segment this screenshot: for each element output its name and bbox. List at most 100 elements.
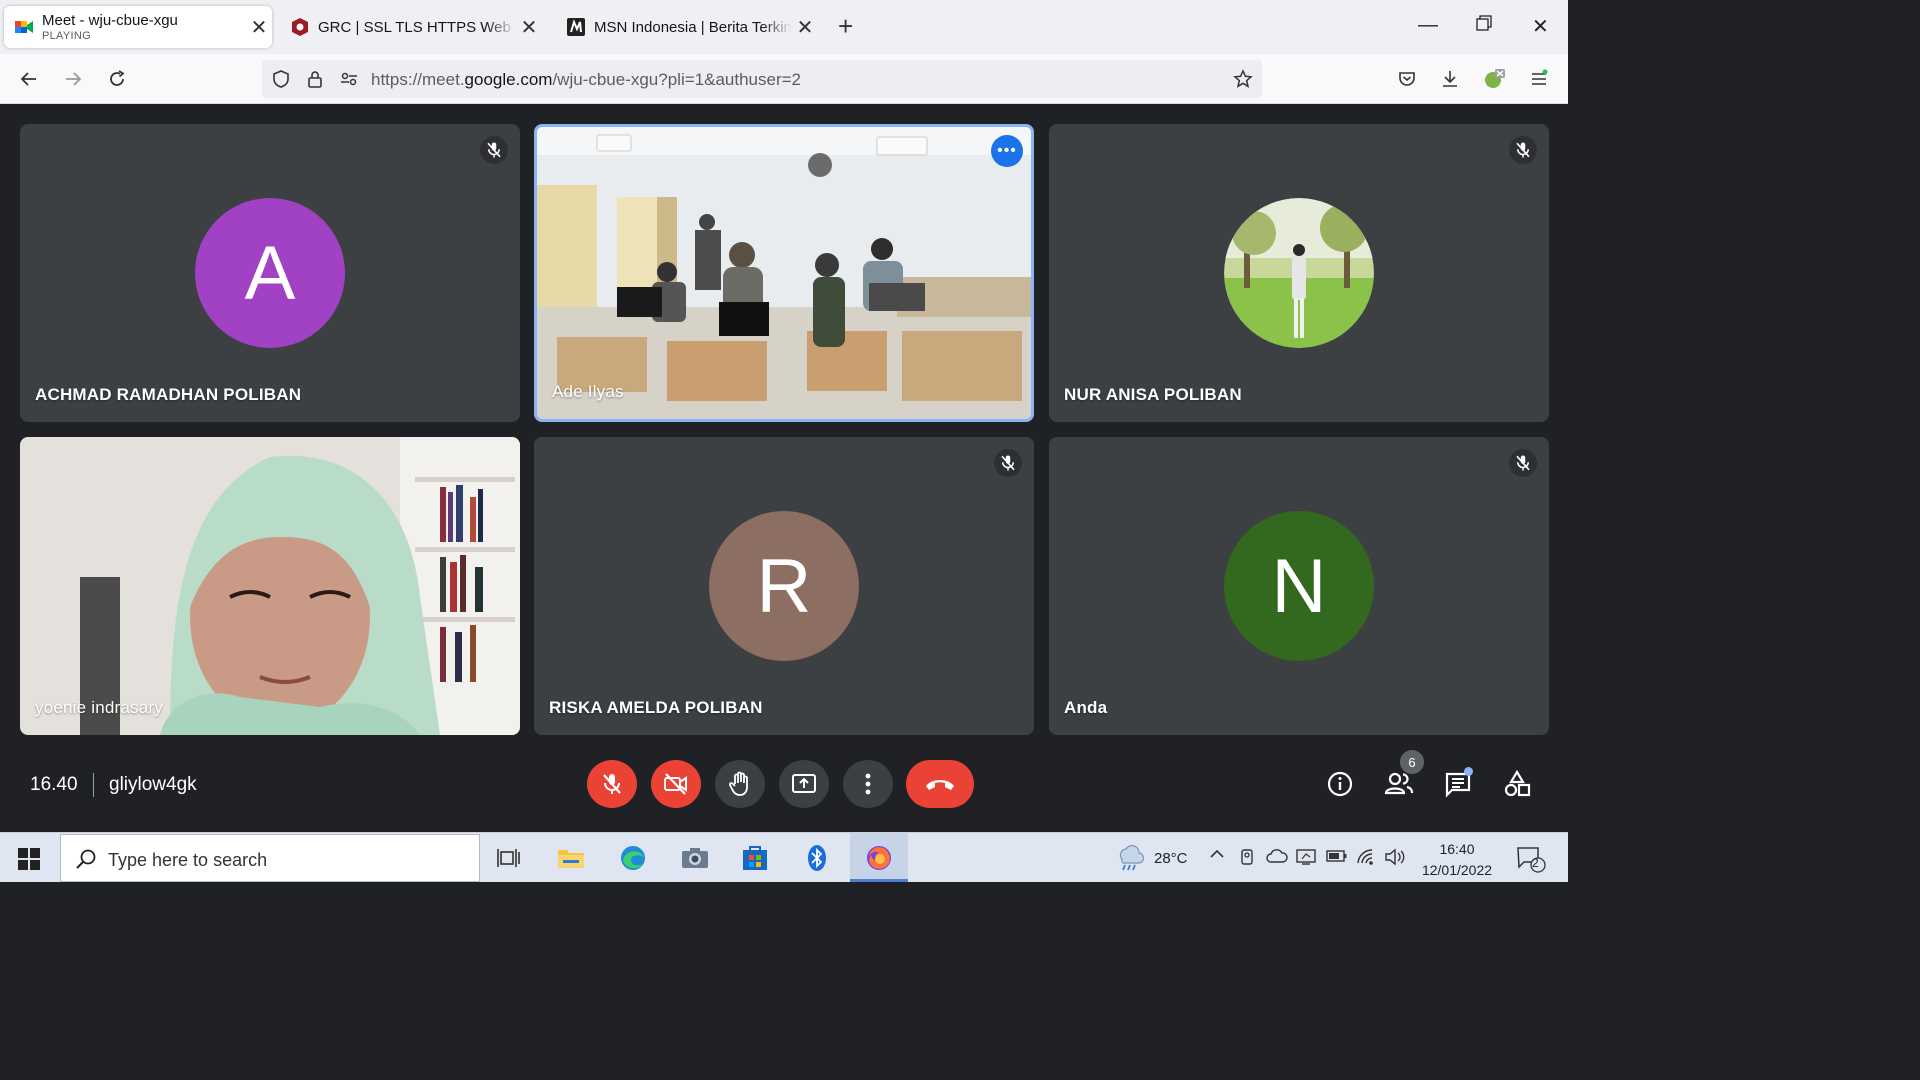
windows-taskbar: Type here to search 28°C 16:40 12/01/202… <box>0 832 1568 882</box>
present-screen-button[interactable] <box>779 760 829 808</box>
more-options-button[interactable] <box>843 760 893 808</box>
tab-title-text: Meet - wju-cbue-xgu <box>42 12 178 29</box>
raise-hand-button[interactable] <box>715 760 765 808</box>
mic-off-icon <box>994 449 1022 477</box>
meeting-time: 16.40 <box>30 774 78 795</box>
more-options-icon[interactable]: ••• <box>991 135 1023 167</box>
participant-tile[interactable]: yoenie indrasary <box>20 437 520 735</box>
wifi-icon[interactable] <box>1356 848 1378 871</box>
volume-icon[interactable] <box>1384 848 1406 871</box>
avatar: A <box>195 198 345 348</box>
present-icon <box>792 774 816 793</box>
show-everyone-button[interactable] <box>1383 768 1415 800</box>
notification-count: 2 <box>1532 856 1539 870</box>
task-view-icon[interactable] <box>494 843 524 873</box>
url-path: /wju-cbue-xgu?pli=1&authuser=2 <box>552 70 801 89</box>
participant-name: Ade Ilyas <box>552 382 624 401</box>
participant-tile[interactable]: A ACHMAD RAMADHAN POLIBAN <box>20 124 520 422</box>
hand-icon <box>729 771 748 796</box>
participant-tile-self[interactable]: N Anda <box>1049 437 1549 735</box>
close-tab-icon[interactable]: ✕ <box>792 15 818 40</box>
tab-grc[interactable]: GRC | SSL TLS HTTPS Web Server ✕ <box>280 6 542 48</box>
google-meet-icon <box>15 21 33 33</box>
edge-browser-icon[interactable] <box>618 843 648 873</box>
tab-title: GRC | SSL TLS HTTPS Web Server <box>318 18 516 36</box>
camera-app-icon[interactable] <box>680 843 710 873</box>
participant-tile-active-speaker[interactable]: ••• Ade Ilyas <box>534 124 1034 422</box>
meeting-details-button[interactable] <box>1324 768 1356 800</box>
shapes-icon <box>1504 770 1531 797</box>
close-tab-icon[interactable]: ✕ <box>246 15 272 40</box>
permissions-icon[interactable] <box>339 69 359 89</box>
participant-tile[interactable]: NUR ANISA POLIBAN <box>1049 124 1549 422</box>
chevron-up-icon[interactable] <box>1208 845 1226 868</box>
app-menu-icon[interactable] <box>1526 66 1552 92</box>
participant-name: Anda <box>1064 698 1108 717</box>
webcam-video-feed <box>20 437 520 735</box>
file-explorer-icon[interactable] <box>556 843 586 873</box>
tab-meet[interactable]: Meet - wju-cbue-xgu PLAYING ✕ <box>4 6 272 48</box>
notification-center-icon[interactable]: 2 <box>1516 845 1546 878</box>
close-tab-icon[interactable]: ✕ <box>516 15 542 40</box>
new-tab-icon[interactable]: + <box>838 13 853 39</box>
profile-photo-avatar <box>1224 198 1374 348</box>
activities-button[interactable] <box>1501 768 1533 800</box>
toggle-camera-button[interactable] <box>651 760 701 808</box>
participant-name: NUR ANISA POLIBAN <box>1064 385 1242 404</box>
mic-off-icon <box>1509 449 1537 477</box>
lock-icon[interactable] <box>305 69 325 89</box>
clock-date: 12/01/2022 <box>1421 862 1493 878</box>
extension-icon[interactable] <box>1481 66 1507 92</box>
tab-playing-label: PLAYING <box>42 30 91 42</box>
url-text[interactable]: https://meet.google.com/wju-cbue-xgu?pli… <box>371 70 801 90</box>
taskbar-search-box[interactable]: Type here to search <box>60 834 480 882</box>
participant-name: RISKA AMELDA POLIBAN <box>549 698 763 717</box>
mic-off-icon <box>1509 136 1537 164</box>
store-icon[interactable] <box>740 843 770 873</box>
taskbar-clock[interactable]: 16:40 12/01/2022 <box>1412 839 1502 881</box>
mic-off-icon <box>480 136 508 164</box>
minimize-icon[interactable]: — <box>1418 14 1438 37</box>
leave-call-button[interactable] <box>906 760 974 808</box>
toggle-microphone-button[interactable] <box>587 760 637 808</box>
reload-icon[interactable] <box>104 66 130 92</box>
address-bar[interactable]: https://meet.google.com/wju-cbue-xgu?pli… <box>262 60 1262 98</box>
url-prefix: https://meet. <box>371 70 465 89</box>
battery-icon[interactable] <box>1326 848 1348 869</box>
avatar: R <box>709 511 859 661</box>
participant-tile[interactable]: R RISKA AMELDA POLIBAN <box>534 437 1034 735</box>
browser-tab-bar: Meet - wju-cbue-xgu PLAYING ✕ GRC | SSL … <box>0 0 1568 54</box>
back-arrow-icon[interactable] <box>16 66 42 92</box>
display-icon[interactable] <box>1296 848 1318 871</box>
windows-start-button[interactable] <box>18 848 40 875</box>
participant-name: yoenie indrasary <box>35 698 163 717</box>
clock-time: 16:40 <box>1439 841 1475 857</box>
onedrive-cloud-icon[interactable] <box>1266 848 1288 869</box>
downloads-icon[interactable] <box>1437 66 1463 92</box>
tracking-shield-icon[interactable] <box>271 69 291 89</box>
people-icon <box>1384 772 1414 795</box>
meet-control-bar: 16.40 gliylow4gk 6 <box>0 740 1568 832</box>
weather-temperature[interactable]: 28°C <box>1154 850 1188 867</box>
windows-logo-icon <box>18 848 40 870</box>
close-window-icon[interactable]: ✕ <box>1532 14 1549 39</box>
bookmark-star-icon[interactable] <box>1233 69 1253 89</box>
grc-icon <box>292 18 308 36</box>
weather-rain-icon[interactable] <box>1116 845 1144 871</box>
participant-name: ACHMAD RAMADHAN POLIBAN <box>35 385 302 404</box>
meet-now-icon[interactable] <box>1238 848 1258 871</box>
search-placeholder: Type here to search <box>108 850 268 870</box>
tab-msn[interactable]: MSN Indonesia | Berita Terkini H ✕ <box>556 6 818 48</box>
firefox-icon[interactable] <box>864 843 894 873</box>
camera-off-icon <box>664 773 687 795</box>
tab-title: Meet - wju-cbue-xgu PLAYING <box>42 12 246 42</box>
pocket-icon[interactable] <box>1394 66 1420 92</box>
mic-off-icon <box>603 774 621 794</box>
divider <box>93 773 94 797</box>
vertical-dots-icon <box>865 773 871 795</box>
url-domain: google.com <box>464 70 553 89</box>
restore-icon[interactable] <box>1476 14 1492 37</box>
browser-nav-bar: https://meet.google.com/wju-cbue-xgu?pli… <box>0 54 1568 104</box>
bluetooth-icon[interactable] <box>802 843 832 873</box>
forward-arrow-icon[interactable] <box>60 66 86 92</box>
